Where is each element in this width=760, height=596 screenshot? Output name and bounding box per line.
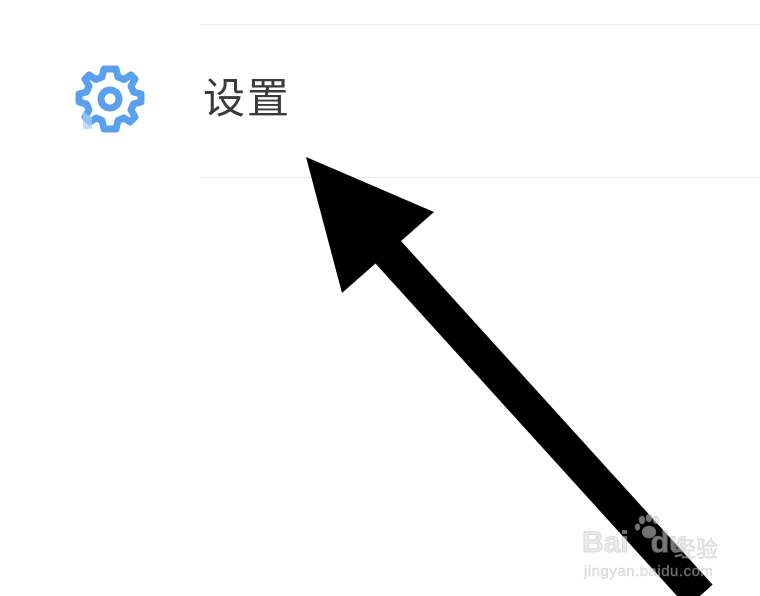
watermark-url: jingyan.baidu.com bbox=[584, 563, 714, 580]
paw-icon bbox=[634, 514, 660, 539]
settings-menu-item[interactable]: 设置 bbox=[0, 25, 760, 177]
watermark-product: 经验 bbox=[674, 538, 719, 564]
settings-label: 设置 bbox=[203, 74, 292, 123]
gear-icon bbox=[75, 65, 145, 133]
baidu-jingyan-watermark: Bai du 经验 jingyan.baidu.com bbox=[582, 512, 752, 588]
bottom-divider bbox=[200, 177, 760, 178]
watermark-brand: Bai du bbox=[582, 526, 688, 560]
